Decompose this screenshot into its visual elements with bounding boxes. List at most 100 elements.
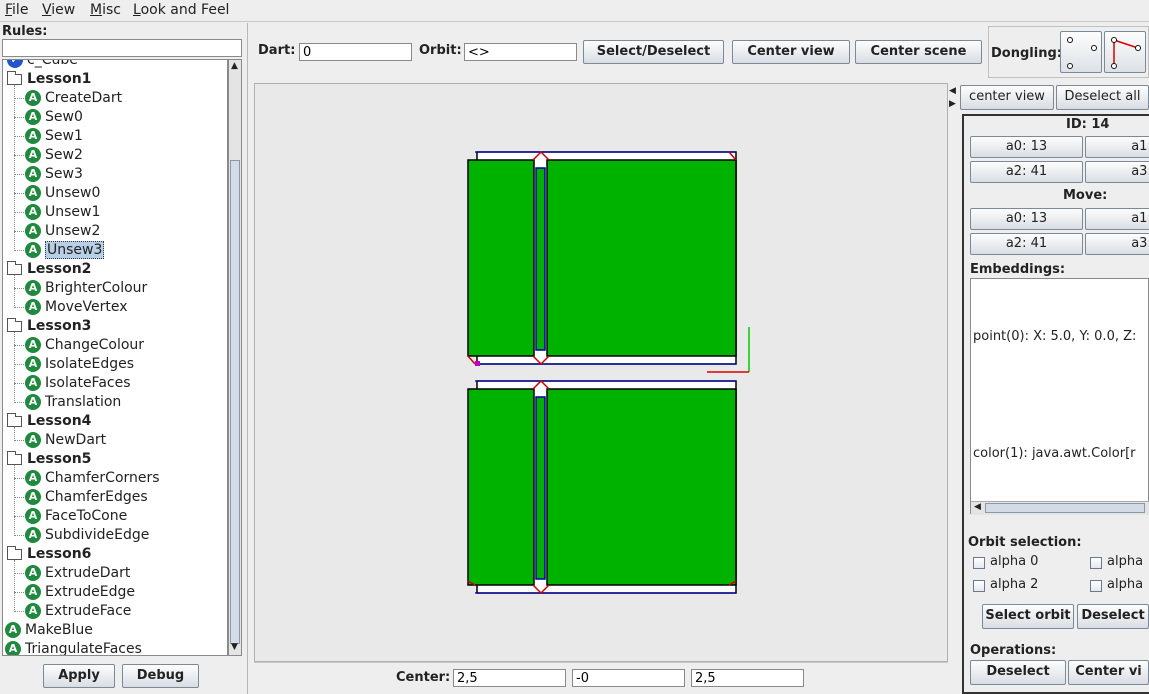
tree-rule-translation[interactable]: A Translation xyxy=(25,393,121,412)
alpha0-checkbox[interactable] xyxy=(973,557,985,569)
bottom-face-strip[interactable] xyxy=(535,396,546,580)
tree-rule-isolatefaces[interactable]: A IsolateFaces xyxy=(25,374,131,393)
dongling-dots-button[interactable] xyxy=(1060,31,1102,73)
tree-rule-sew1[interactable]: A Sew1 xyxy=(25,127,83,146)
center-x-input[interactable] xyxy=(453,669,566,687)
embeddings-hscroll-thumb[interactable] xyxy=(985,503,1145,513)
tree-connector xyxy=(14,85,15,251)
top-face-left[interactable] xyxy=(467,159,535,357)
tree-rule-createdart[interactable]: A CreateDart xyxy=(25,89,122,108)
embeddings-list[interactable]: point(0): X: 5.0, Y: 0.0, Z: color(1): j… xyxy=(970,278,1149,515)
alpha3-checkbox[interactable] xyxy=(1090,580,1102,592)
top-face-strip[interactable] xyxy=(535,167,546,351)
apply-button[interactable]: Apply xyxy=(43,664,115,688)
alpha3-button[interactable]: a3: xyxy=(1085,161,1149,183)
rule-icon: A xyxy=(25,242,41,258)
tree-lesson-lesson5[interactable]: Lesson5 xyxy=(7,450,91,469)
tree-rule-unsew2[interactable]: A Unsew2 xyxy=(25,222,100,241)
tree-rule-label: Sew3 xyxy=(45,166,83,182)
tree-scrollbar[interactable]: ▲ ▼ xyxy=(228,59,242,656)
rule-icon: A xyxy=(25,432,41,448)
center-view-button[interactable]: Center view xyxy=(732,40,850,64)
tree-lesson-label: Lesson5 xyxy=(27,451,92,467)
move-alpha1-button[interactable]: a1: xyxy=(1085,208,1149,230)
select-deselect-button[interactable]: Select/Deselect xyxy=(583,40,724,64)
tree-rule-brightercolour[interactable]: A BrighterColour xyxy=(25,279,147,298)
alpha0-button[interactable]: a0: 13 xyxy=(970,136,1083,158)
dart-input[interactable] xyxy=(299,43,412,61)
dongling-lines-button[interactable] xyxy=(1104,31,1146,73)
tree-rule-label: Sew1 xyxy=(45,128,83,144)
tree-rule-extrudeface[interactable]: A ExtrudeFace xyxy=(25,602,131,621)
move-alpha2-button[interactable]: a2: 41 xyxy=(970,233,1083,255)
tree-rule-unsew1[interactable]: A Unsew1 xyxy=(25,203,100,222)
tree-connector xyxy=(14,402,24,403)
tree-lesson-lesson4[interactable]: Lesson4 xyxy=(7,412,91,431)
tree-rule-label: MoveVertex xyxy=(45,299,128,315)
tree-rule-extrudedart[interactable]: A ExtrudeDart xyxy=(25,564,130,583)
tree-rule-chamferedges[interactable]: A ChamferEdges xyxy=(25,488,148,507)
alpha2-checkbox[interactable] xyxy=(973,580,985,592)
top-face-main[interactable] xyxy=(546,159,737,357)
tree-lesson-lesson1[interactable]: Lesson1 xyxy=(7,70,91,89)
operations-deselect-button[interactable]: Deselect xyxy=(970,660,1066,685)
bottom-face-main[interactable] xyxy=(546,388,737,586)
tree-item-partial[interactable]: ✓ c_Cube xyxy=(7,60,78,70)
move-alpha0-button[interactable]: a0: 13 xyxy=(970,208,1083,230)
deselect-all-button[interactable]: Deselect all xyxy=(1056,85,1149,110)
tree-rule-label: ExtrudeFace xyxy=(45,603,132,619)
tree-rule-newdart[interactable]: A NewDart xyxy=(25,431,106,450)
tree-rule-extrudeedge[interactable]: A ExtrudeEdge xyxy=(25,583,135,602)
tree-rule-sew0[interactable]: A Sew0 xyxy=(25,108,83,127)
tree-lesson-lesson2[interactable]: Lesson2 xyxy=(7,260,91,279)
right-center-view-button[interactable]: center view xyxy=(960,85,1054,110)
orbit-input[interactable] xyxy=(464,43,577,61)
scroll-left-arrow-icon[interactable]: ◀ xyxy=(974,502,981,512)
alpha2-button[interactable]: a2: 41 xyxy=(970,161,1083,183)
orbit-deselect-button[interactable]: Deselect xyxy=(1077,604,1149,629)
top-vertex-d[interactable] xyxy=(467,355,476,365)
center-z-input[interactable] xyxy=(691,669,804,687)
scene-canvas[interactable] xyxy=(254,83,948,662)
tree-rule-chamfercorners[interactable]: A ChamferCorners xyxy=(25,469,160,488)
split-arrow-icon[interactable]: ◀ xyxy=(949,86,956,96)
menu-file[interactable]: File xyxy=(5,2,28,18)
menu-look-and-feel[interactable]: Look and Feel xyxy=(133,2,229,18)
scroll-down-arrow-icon[interactable]: ▼ xyxy=(231,642,238,652)
menu-view[interactable]: View xyxy=(42,2,75,18)
move-alpha3-button[interactable]: a3: xyxy=(1085,233,1149,255)
select-orbit-button[interactable]: Select orbit xyxy=(982,604,1074,629)
tree-rule-sew2[interactable]: A Sew2 xyxy=(25,146,83,165)
bottom-face-left[interactable] xyxy=(467,388,535,586)
tree-rule-subdivideedge[interactable]: A SubdivideEdge xyxy=(25,526,149,545)
tree-rule-unsew0[interactable]: A Unsew0 xyxy=(25,184,100,203)
tree-lesson-lesson6[interactable]: Lesson6 xyxy=(7,545,91,564)
embeddings-hscrollbar[interactable]: ◀ xyxy=(971,501,1149,515)
selected-dart-marker[interactable] xyxy=(475,361,480,366)
tree-rule-sew3[interactable]: A Sew3 xyxy=(25,165,83,184)
tree-rule-unsew3[interactable]: A Unsew3 xyxy=(25,241,105,260)
tree-scroll-thumb[interactable] xyxy=(230,160,240,644)
alpha1-checkbox[interactable] xyxy=(1090,557,1102,569)
rules-search-input[interactable] xyxy=(2,39,242,57)
tree-rule-isolateedges[interactable]: A IsolateEdges xyxy=(25,355,134,374)
tree-rule-triangulatefaces[interactable]: A TriangulateFaces xyxy=(5,640,142,655)
debug-button[interactable]: Debug xyxy=(122,664,199,688)
tree-connector xyxy=(14,611,24,612)
menu-misc[interactable]: Misc xyxy=(90,2,121,18)
tree-rule-changecolour[interactable]: A ChangeColour xyxy=(25,336,144,355)
tree-rule-label: Unsew3 xyxy=(45,241,105,259)
split-arrow-right-icon[interactable]: ▶ xyxy=(949,99,956,109)
center-scene-button[interactable]: Center scene xyxy=(855,40,982,64)
tree-rule-movevertex[interactable]: A MoveVertex xyxy=(25,298,128,317)
center-y-input[interactable] xyxy=(572,669,685,687)
rule-icon: A xyxy=(25,470,41,486)
alpha1-button[interactable]: a1: xyxy=(1085,136,1149,158)
dart-id-label: ID: 14 xyxy=(1066,117,1110,132)
scroll-up-arrow-icon[interactable]: ▲ xyxy=(231,61,238,71)
operations-center-view-button[interactable]: Center vi xyxy=(1068,660,1149,685)
tree-rule-facetocone[interactable]: A FaceToCone xyxy=(25,507,127,526)
rules-tree[interactable]: ✓ c_Cube Lesson1 A CreateDart A Sew0 A Sew1 A Sew2… xyxy=(2,59,228,656)
tree-lesson-lesson3[interactable]: Lesson3 xyxy=(7,317,91,336)
tree-rule-makeblue[interactable]: A MakeBlue xyxy=(5,621,93,640)
